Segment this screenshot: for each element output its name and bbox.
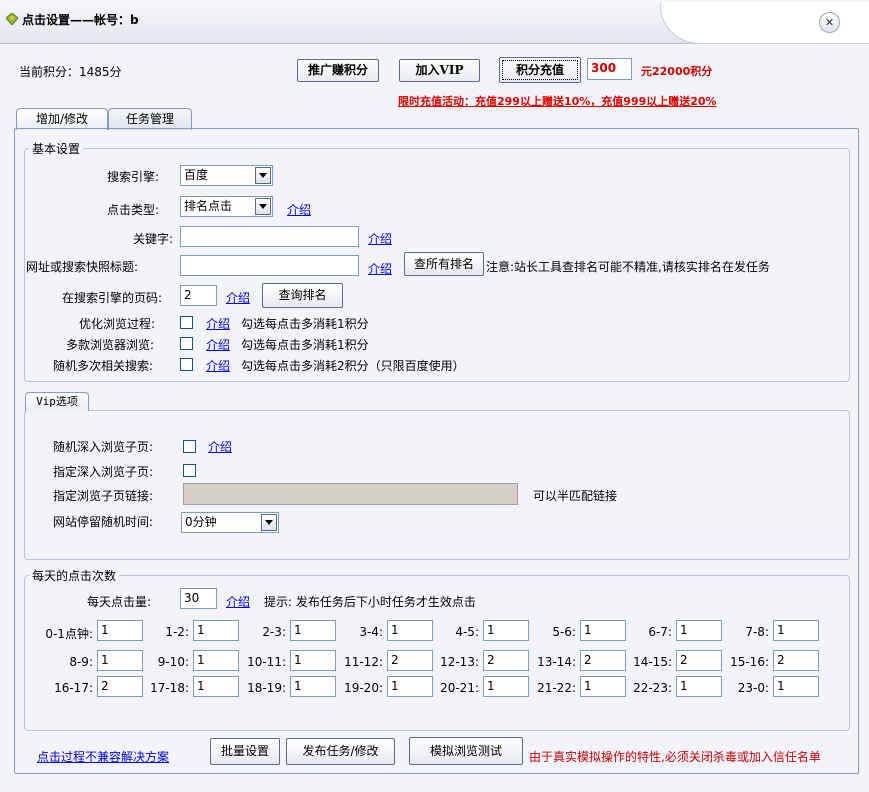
- vip-options-tab[interactable]: Vip选项: [25, 392, 89, 411]
- chevron-down-icon: [261, 514, 277, 531]
- url-label: 网址或搜索快照标题:: [26, 260, 139, 274]
- stay-time-select[interactable]: 0分钟: [181, 512, 279, 533]
- basic-settings-title: 基本设置: [29, 140, 84, 157]
- hour-slot-label: 22-23:: [633, 681, 672, 695]
- close-button[interactable]: ✕: [819, 12, 840, 33]
- hour-slot-label: 19-20:: [344, 681, 383, 695]
- points-display: 当前积分：1485分: [19, 65, 122, 79]
- url-intro-link[interactable]: 介绍: [368, 260, 392, 277]
- hour-slot-label: 18-19:: [247, 681, 286, 695]
- multi-browser-checkbox[interactable]: [180, 337, 193, 350]
- optimize-checkbox[interactable]: [180, 316, 193, 329]
- app-icon: [5, 12, 19, 26]
- engine-label: 搜索引擎:: [107, 170, 160, 184]
- hour-slot-label: 20-21:: [440, 681, 479, 695]
- hour-slot-label: 4-5:: [455, 625, 479, 639]
- hour-slot-label: 1-2:: [165, 625, 189, 639]
- recharge-rate: 元22000积分: [641, 65, 713, 78]
- click-type-intro-link[interactable]: 介绍: [287, 201, 311, 218]
- multi-browser-intro-link[interactable]: 介绍: [206, 336, 230, 353]
- compat-solution-link[interactable]: 点击过程不兼容解决方案: [37, 748, 169, 765]
- specify-link-label: 指定浏览子页链接:: [53, 489, 154, 503]
- hour-slot-label: 13-14:: [537, 655, 576, 669]
- hour-slot-label: 11-12:: [344, 655, 383, 669]
- specify-link-input[interactable]: [183, 483, 518, 505]
- hour-slot-label: 3-4:: [359, 625, 383, 639]
- chevron-down-icon: [255, 198, 271, 215]
- hour-slot-label: 16-17:: [54, 681, 93, 695]
- window-title: 点击设置——帐号：b: [22, 13, 139, 27]
- hour-slot-label: 15-16:: [730, 655, 769, 669]
- random-search-checkbox[interactable]: [180, 358, 193, 371]
- random-search-intro-link[interactable]: 介绍: [206, 357, 230, 374]
- optimize-intro-link[interactable]: 介绍: [206, 315, 230, 332]
- optimize-label: 优化浏览过程:: [79, 317, 156, 331]
- optimize-note: 勾选每点击多消耗1积分: [241, 317, 369, 331]
- random-search-note: 勾选每点击多消耗2积分（只限百度使用）: [241, 359, 465, 373]
- hour-slot-label: 2-3:: [262, 625, 286, 639]
- hour-slot-label: 21-22:: [537, 681, 576, 695]
- click-type-select[interactable]: 排名点击: [180, 196, 273, 217]
- multi-browser-label: 多款浏览器浏览:: [66, 338, 155, 352]
- hour-slot-label: 8-9:: [69, 655, 93, 669]
- hour-slot-input[interactable]: 2: [773, 650, 819, 671]
- publish-task-button[interactable]: 发布任务/修改: [286, 738, 395, 765]
- deep-browse-label: 随机深入浏览子页:: [53, 440, 154, 454]
- check-all-rank-button[interactable]: 查所有排名: [404, 252, 484, 276]
- tab-task-management[interactable]: 任务管理: [108, 108, 192, 130]
- page-intro-link[interactable]: 介绍: [226, 289, 250, 306]
- daily-clicks-tip: 提示: 发布任务后下小时任务才生效点击: [264, 595, 476, 609]
- tab-add-modify[interactable]: 增加/修改: [16, 108, 108, 130]
- hour-slot-input[interactable]: 1: [773, 620, 819, 641]
- rank-accuracy-note: 注意:站长工具查排名可能不精准,请核实排名在发任务: [486, 260, 770, 274]
- multi-browser-note: 勾选每点击多消耗1积分: [241, 338, 369, 352]
- keyword-intro-link[interactable]: 介绍: [368, 230, 392, 247]
- hour-slot-label: 0-1点钟:: [45, 627, 93, 641]
- keyword-input[interactable]: [180, 226, 359, 247]
- page-input[interactable]: 2: [180, 285, 217, 306]
- recharge-button[interactable]: 积分充值: [499, 57, 581, 83]
- half-match-note: 可以半匹配链接: [533, 489, 618, 503]
- batch-settings-button[interactable]: 批量设置: [210, 738, 280, 765]
- hour-slot-label: 5-6:: [552, 625, 576, 639]
- hour-slot-input[interactable]: 1: [773, 676, 819, 697]
- query-rank-button[interactable]: 查询排名: [262, 283, 343, 308]
- simulate-browse-button[interactable]: 模拟浏览测试: [409, 737, 523, 765]
- url-input[interactable]: [180, 255, 359, 276]
- daily-clicks-label: 每天点击量:: [87, 595, 152, 609]
- specify-deep-label: 指定深入浏览子页:: [53, 465, 154, 479]
- daily-clicks-title: 每天的点击次数: [29, 567, 120, 584]
- click-type-value: 排名点击: [184, 199, 233, 213]
- specify-deep-checkbox[interactable]: [183, 464, 196, 477]
- daily-clicks-intro-link[interactable]: 介绍: [226, 593, 250, 610]
- hour-slot-label: 10-11:: [247, 655, 286, 669]
- click-type-label: 点击类型:: [107, 203, 160, 217]
- hour-slot-label: 23-0:: [737, 681, 769, 695]
- engine-value: 百度: [184, 168, 209, 182]
- hour-slot-label: 7-8:: [745, 625, 769, 639]
- promo-link[interactable]: 限时充值活动：充值299以上赠送10%，充值999以上赠送20%: [398, 93, 717, 109]
- deep-browse-checkbox[interactable]: [183, 440, 196, 453]
- antivirus-warning: 由于真实模拟操作的特性,必须关闭杀毒或加入信任名单: [529, 750, 821, 764]
- engine-select[interactable]: 百度: [180, 165, 273, 186]
- recharge-amount-input[interactable]: 300: [587, 58, 632, 80]
- promote-button[interactable]: 推广赚积分: [297, 59, 379, 82]
- chevron-down-icon: [255, 167, 271, 184]
- stay-time-label: 网站停留随机时间:: [53, 515, 154, 529]
- deep-browse-intro-link[interactable]: 介绍: [208, 438, 232, 455]
- hour-slot-label: 12-13:: [440, 655, 479, 669]
- close-icon: ✕: [824, 16, 835, 29]
- keyword-label: 关键字:: [133, 232, 174, 246]
- random-search-label: 随机多次相关搜索:: [53, 359, 154, 373]
- stay-time-value: 0分钟: [185, 515, 217, 529]
- daily-clicks-input[interactable]: 30: [180, 588, 217, 609]
- hour-slot-label: 6-7:: [648, 625, 672, 639]
- hour-slot-label: 14-15:: [633, 655, 672, 669]
- hour-slot-label: 9-10:: [157, 655, 189, 669]
- join-vip-button[interactable]: 加入VIP: [399, 59, 480, 82]
- hour-slot-label: 17-18:: [150, 681, 189, 695]
- page-label: 在搜索引擎的页码:: [62, 291, 163, 305]
